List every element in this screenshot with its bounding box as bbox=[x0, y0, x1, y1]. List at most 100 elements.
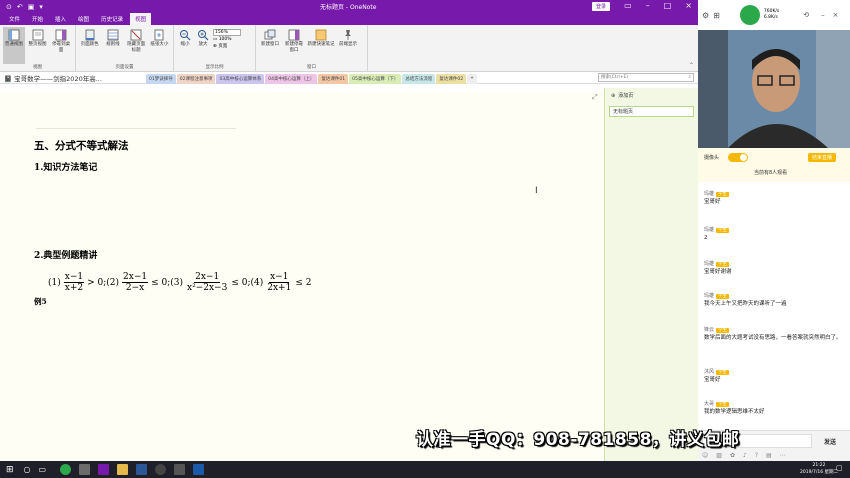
chat-message: 沐风 学生 宝哥好 bbox=[704, 368, 844, 384]
notification-icon[interactable]: ▢ bbox=[836, 464, 843, 472]
dock-to-desktop-button[interactable]: 停靠到桌面 bbox=[50, 27, 72, 64]
paper-size-button[interactable]: 纸张大小 bbox=[149, 27, 170, 64]
page-item[interactable]: 无标题页 bbox=[609, 106, 694, 117]
example-label: 例5 bbox=[34, 297, 47, 306]
student-badge: 学生 bbox=[716, 262, 730, 267]
notebook-icon: 📓 bbox=[4, 74, 13, 83]
title-bar: ⊙ ↶ ▣ ▾ 无标题页 - OneNote 登录 ▭ – □ × bbox=[0, 0, 698, 13]
flower-icon[interactable]: ✿ bbox=[730, 452, 735, 459]
minimize-button[interactable]: – bbox=[646, 1, 650, 10]
hide-page-title-button[interactable]: 隐藏页面标题 bbox=[126, 27, 147, 64]
page-color-button[interactable]: 页面颜色 bbox=[79, 27, 100, 64]
back-icon[interactable]: ⊙ bbox=[6, 3, 12, 11]
send-button[interactable]: 发送 bbox=[824, 437, 836, 446]
section-tab[interactable]: + bbox=[467, 73, 477, 84]
share-icon[interactable]: ⟲ bbox=[803, 11, 809, 19]
rule-lines-button[interactable]: 规则线 bbox=[102, 27, 123, 64]
fraction-1: x−1 x+2 bbox=[63, 272, 85, 293]
chat-list[interactable]: 玛雄 学生 宝哥好 玛雄 学生 2 玛雄 学生 宝哥好谢谢 玛雄 学生 我今天上午又把昨天的课听了一遍… bbox=[698, 182, 850, 430]
section-tab[interactable]: 04高中核心运算（上） bbox=[265, 73, 318, 84]
app-icon-5[interactable] bbox=[193, 464, 205, 475]
zoom-100-button[interactable]: ▭ 100% bbox=[213, 37, 241, 42]
app-icon-2[interactable] bbox=[79, 464, 91, 475]
gift-icon[interactable]: ⊞ bbox=[713, 11, 720, 20]
zoom-in-button[interactable]: 放大 bbox=[195, 27, 211, 64]
section-tab[interactable]: 复达课件01 bbox=[318, 73, 349, 84]
emoji-icon[interactable]: ☺ bbox=[702, 452, 708, 459]
chat-toolbar: ☺ ▨ ✿ ♪ ? ▤ ⋯ bbox=[702, 452, 786, 459]
note-subheading-1: 1.知识方法笔记 bbox=[34, 163, 98, 173]
quick-access-toolbar: ⊙ ↶ ▣ ▾ bbox=[0, 3, 43, 11]
word-icon[interactable] bbox=[136, 464, 148, 475]
close-stream-icon[interactable]: × bbox=[833, 11, 839, 19]
normal-view-button[interactable]: 普通视图 bbox=[3, 27, 25, 64]
chat-username: 玛雄 bbox=[704, 227, 715, 233]
quick-note-icon bbox=[315, 29, 327, 41]
customize-icon[interactable]: ▾ bbox=[39, 3, 43, 11]
add-page-button[interactable]: ⊕ 添加页 bbox=[605, 88, 698, 103]
chat-username: 锋云 bbox=[704, 327, 715, 333]
expand-icon[interactable]: ⤢ bbox=[592, 93, 598, 102]
chat-username: 玛雄 bbox=[704, 191, 715, 197]
always-on-top-button[interactable]: 前端显示 bbox=[337, 27, 359, 64]
notebook-selector[interactable]: 📓 宝哥数学——剑指2020年高... bbox=[0, 73, 146, 83]
search-input[interactable]: 搜索(Ctrl+E) ⌕ bbox=[598, 73, 694, 82]
chat-username: 玛雄 bbox=[704, 293, 715, 299]
minimize-stream-icon[interactable]: – bbox=[821, 11, 825, 19]
section-tab[interactable]: 02课程注意事项 bbox=[176, 73, 216, 84]
zoom-controls: 156% ▭ 100% ⊕ 页宽 bbox=[213, 27, 241, 64]
image-icon[interactable]: ▨ bbox=[716, 452, 722, 459]
zoom-select[interactable]: 156% bbox=[213, 29, 241, 36]
task-view-icon[interactable]: ▭ bbox=[39, 465, 47, 474]
chat-message: 大哥 学生 我的数学逻辑思维不太好 bbox=[704, 400, 844, 416]
tab-home[interactable]: 开始 bbox=[27, 13, 48, 25]
group-label-page-setup: 页面设置 bbox=[115, 65, 134, 70]
page-width-button[interactable]: ⊕ 页宽 bbox=[213, 43, 241, 49]
tab-view[interactable]: 视图 bbox=[130, 13, 152, 25]
poll-icon[interactable]: ▤ bbox=[766, 452, 772, 459]
more-icon[interactable]: ⋯ bbox=[780, 452, 786, 459]
presenter-image bbox=[698, 30, 850, 148]
start-icon[interactable]: ⊞ bbox=[6, 465, 14, 475]
close-button[interactable]: × bbox=[685, 1, 692, 10]
tab-draw[interactable]: 绘图 bbox=[73, 13, 94, 25]
section-tab[interactable]: 03高中核心运算体系 bbox=[216, 73, 265, 84]
question-icon[interactable]: ? bbox=[755, 452, 758, 459]
dock-icon[interactable]: ▣ bbox=[28, 3, 35, 11]
bell-icon[interactable]: ♪ bbox=[743, 452, 747, 459]
new-docked-window-button[interactable]: 新建停靠窗口 bbox=[283, 27, 305, 64]
new-quick-note-button[interactable]: 新建快速笔记 bbox=[307, 27, 335, 64]
onenote-taskbar-icon[interactable] bbox=[98, 464, 110, 475]
chat-message: 玛雄 学生 宝哥好 bbox=[704, 190, 844, 206]
restore-ribbon-icon[interactable]: ▭ bbox=[624, 1, 632, 10]
collapse-ribbon-icon[interactable]: ⌃ bbox=[689, 62, 694, 69]
example-formula: (1) x−1 x+2 > 0;(2) 2x−1 2−x ≤ 0;(3) 2x−1 x… bbox=[48, 272, 312, 293]
full-page-view-button[interactable]: 整页视图 bbox=[27, 27, 49, 64]
section-tab[interactable]: 01梦诀择导 bbox=[146, 73, 176, 84]
window-title: 无标题页 - OneNote bbox=[320, 4, 377, 11]
tab-insert[interactable]: 插入 bbox=[50, 13, 71, 25]
search-taskbar-icon[interactable]: ○ bbox=[24, 465, 31, 474]
app-icon-3[interactable] bbox=[155, 464, 167, 475]
file-explorer-icon[interactable] bbox=[117, 464, 129, 475]
new-window-button[interactable]: 新建窗口 bbox=[259, 27, 281, 64]
full-page-icon bbox=[32, 29, 43, 41]
app-icon-1[interactable] bbox=[60, 464, 72, 475]
login-button[interactable]: 登录 bbox=[592, 2, 611, 11]
undo-icon[interactable]: ↶ bbox=[17, 3, 23, 11]
maximize-button[interactable]: □ bbox=[664, 1, 672, 10]
tab-history[interactable]: 历史记录 bbox=[96, 13, 128, 25]
section-tab[interactable]: 复达课件02 bbox=[436, 73, 467, 84]
section-tab[interactable]: 总结方法流程 bbox=[402, 73, 436, 84]
app-icon-4[interactable] bbox=[174, 464, 186, 475]
end-stream-button[interactable]: 结束直播 bbox=[808, 153, 837, 162]
settings-icon[interactable]: ⚙ bbox=[702, 11, 709, 20]
camera-toggle[interactable] bbox=[728, 153, 748, 162]
zoom-out-button[interactable]: 缩小 bbox=[177, 27, 193, 64]
ribbon: 普通视图 整页视图 停靠到桌面 视图 页面颜色 规则线 隐藏页面标题 纸张大小 … bbox=[0, 25, 698, 72]
section-tab[interactable]: 05高中核心运算（下） bbox=[349, 73, 402, 84]
chat-message: 玛雄 学生 我今天上午又把昨天的课听了一遍 bbox=[704, 292, 844, 308]
fraction-3: 2x−1 x²−2x−3 bbox=[187, 272, 228, 293]
toggle-knob bbox=[740, 154, 747, 161]
tab-file[interactable]: 文件 bbox=[4, 13, 25, 25]
